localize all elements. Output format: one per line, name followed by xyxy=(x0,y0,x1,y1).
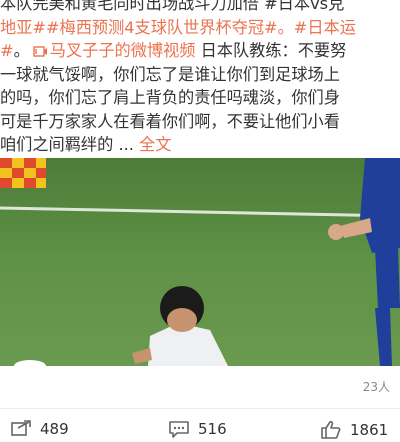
like-button[interactable]: 1861 xyxy=(320,420,388,440)
view-count: 23人 xyxy=(362,380,390,394)
video-link-label[interactable]: 马叉子子的微博视频 xyxy=(50,41,196,60)
post-line-4: 一球就气馁啊，你们忘了是谁让你们到足球场上 xyxy=(0,64,340,84)
comment-icon xyxy=(169,421,189,438)
hashtag-tail[interactable]: # xyxy=(0,41,14,60)
post-line-7: 咱们之间羁绊的 ... 全文 xyxy=(0,133,400,157)
action-bar: 489 516 1861 xyxy=(0,414,400,442)
video-link[interactable]: 马叉子子的微博视频 xyxy=(30,41,196,60)
divider xyxy=(0,408,400,409)
full-text-link[interactable]: 全文 xyxy=(139,135,171,154)
post-line-2-tags[interactable]: 地亚##梅西预测4支球队世界杯夺冠#。#日本运 xyxy=(0,16,400,40)
period: 。 xyxy=(13,41,30,60)
comment-button[interactable]: 516 xyxy=(168,420,227,438)
like-icon xyxy=(321,420,341,439)
repost-button[interactable]: 489 xyxy=(10,420,69,438)
comment-count: 516 xyxy=(198,420,227,438)
post-line-5: 的吗，你们忘了肩上背负的责任吗魂淡，你们身 xyxy=(0,88,340,107)
repost-count: 489 xyxy=(40,420,69,438)
post-line-7-text: 咱们之间羁绊的 ... xyxy=(0,135,140,154)
video-player[interactable] xyxy=(0,158,400,366)
link-video-icon xyxy=(33,46,47,57)
video-frame xyxy=(0,158,400,366)
repost-icon xyxy=(11,420,31,436)
post-line-6: 可是千万家家人在看着你们啊，不要让他们小看 xyxy=(0,111,340,131)
corner-flag xyxy=(0,158,46,188)
post-line-3: #。 马叉子子的微博视频 日本队教练：不要努 xyxy=(0,39,400,63)
like-count: 1861 xyxy=(350,421,389,439)
post-text: 本队完美和黄毛同时出场战斗力加倍 #日本vs克 地亚##梅西预测4支球队世界杯夺… xyxy=(0,0,400,157)
post-line-1: 本队完美和黄毛同时出场战斗力加倍 #日本vs克 xyxy=(0,0,345,13)
post-line-3-rest: 日本队教练：不要努 xyxy=(195,41,347,60)
